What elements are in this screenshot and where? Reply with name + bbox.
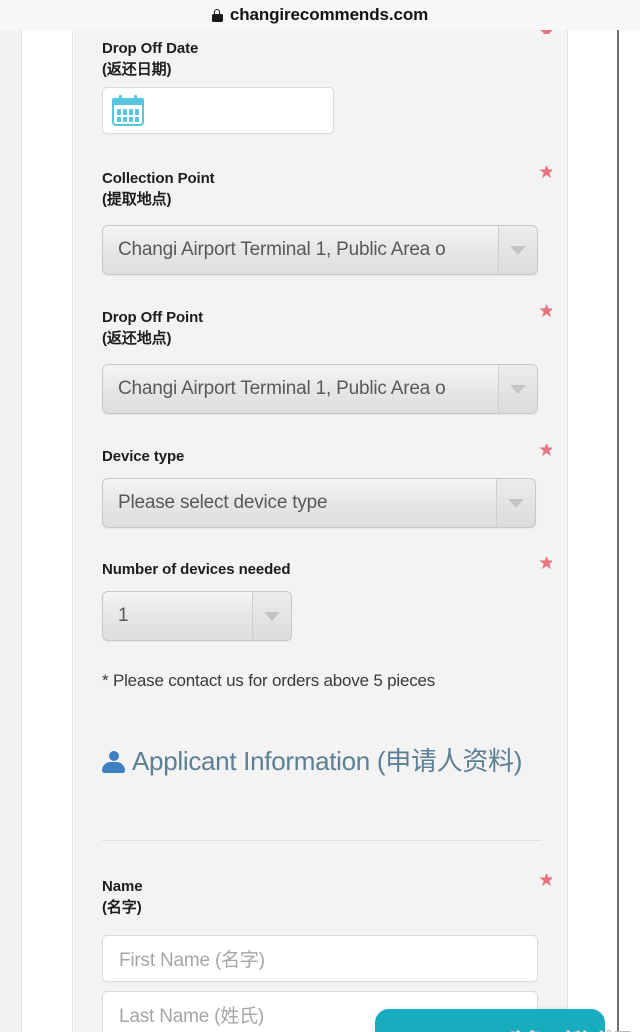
device-type-select[interactable]: Please select device type	[102, 478, 536, 528]
last-name-placeholder: Last Name (姓氏)	[119, 1006, 265, 1027]
chevron-down-icon-number-of-devices[interactable]	[252, 592, 291, 640]
label-name: Name (名字)	[74, 876, 568, 918]
required-star-collection-point: ★	[538, 166, 552, 180]
label-drop-off-date-en: Drop Off Date	[102, 40, 199, 57]
label-drop-off-point-cn: (返还地点)	[102, 330, 172, 347]
url-text: changirecommends.com	[229, 5, 429, 24]
scrollbar[interactable]	[617, 30, 619, 1032]
required-star-dropoff-date: ★	[538, 30, 552, 34]
drop-off-point-select[interactable]: Changi Airport Terminal 1, Public Area o	[102, 364, 538, 414]
url-display[interactable]: changirecommends.com	[211, 5, 429, 25]
drop-off-point-value: Changi Airport Terminal 1, Public Area o	[118, 378, 446, 399]
first-name-placeholder: First Name (名字)	[119, 950, 265, 971]
chevron-down-icon-drop-off-point[interactable]	[498, 365, 537, 413]
label-collection-point: Collection Point (提取地点)	[74, 168, 568, 210]
number-of-devices-select[interactable]: 1	[102, 591, 292, 641]
applicant-information-title-row: Applicant Information (申请人资料)	[102, 738, 542, 784]
page-left-margin	[23, 30, 73, 1032]
applicant-information-title: Applicant Information (申请人资料)	[132, 746, 523, 776]
label-number-of-devices-en: Number of devices needed	[102, 561, 291, 578]
label-name-cn: (名字)	[102, 899, 142, 916]
first-name-input[interactable]: First Name (名字)	[102, 935, 538, 982]
label-drop-off-point: Drop Off Point (返还地点)	[74, 307, 568, 349]
lock-icon	[211, 8, 223, 22]
calendar-icon[interactable]	[112, 95, 144, 126]
applicant-information-heading: Applicant Information (申请人资料)	[102, 738, 542, 841]
page-right-margin	[569, 30, 640, 1032]
field-drop-off-point: ★ Drop Off Point (返还地点)	[74, 305, 568, 349]
field-device-type: ★ Device type	[74, 444, 568, 467]
label-collection-point-en: Collection Point	[102, 170, 215, 187]
collection-point-select[interactable]: Changi Airport Terminal 1, Public Area o	[102, 225, 538, 275]
field-name: ★ Name (名字)	[74, 874, 568, 918]
required-star-name: ★	[538, 874, 552, 888]
field-collection-point: ★ Collection Point (提取地点)	[74, 166, 568, 210]
label-number-of-devices: Number of devices needed	[74, 559, 568, 580]
chevron-down-icon-collection-point[interactable]	[498, 226, 537, 274]
required-star-number-of-devices: ★	[538, 557, 552, 571]
person-icon	[102, 750, 125, 774]
number-of-devices-value: 1	[118, 605, 129, 626]
required-star-device-type: ★	[538, 444, 552, 458]
booking-form: ★ Drop Off Date (返还日期)	[74, 30, 568, 1032]
label-name-en: Name	[102, 878, 143, 895]
label-device-type-en: Device type	[102, 448, 185, 465]
device-type-value: Please select device type	[118, 492, 328, 513]
orders-limit-note: * Please contact us for orders above 5 p…	[102, 671, 436, 690]
collection-point-value: Changi Airport Terminal 1, Public Area o	[118, 239, 446, 260]
page-outer-gutter	[0, 30, 22, 1032]
label-drop-off-point-en: Drop Off Point	[102, 309, 204, 326]
drop-off-date-input[interactable]	[102, 87, 334, 134]
label-collection-point-cn: (提取地点)	[102, 191, 172, 208]
page-viewport: ★ Drop Off Date (返还日期)	[0, 30, 640, 1032]
label-device-type: Device type	[74, 446, 568, 467]
browser-address-bar[interactable]: changirecommends.com	[0, 0, 640, 31]
required-star-drop-off-point: ★	[538, 305, 552, 319]
label-drop-off-date: Drop Off Date (返还日期)	[74, 38, 568, 80]
section-divider	[102, 840, 542, 841]
watermark: 头条 @新加坡眼	[509, 1026, 632, 1032]
label-drop-off-date-cn: (返还日期)	[102, 61, 172, 78]
field-drop-off-date: Drop Off Date (返还日期)	[74, 38, 568, 80]
form-content-panel: ★ Drop Off Date (返还日期)	[74, 30, 568, 1032]
chevron-down-icon-device-type[interactable]	[496, 479, 535, 527]
field-number-of-devices: ★ Number of devices needed	[74, 557, 568, 580]
